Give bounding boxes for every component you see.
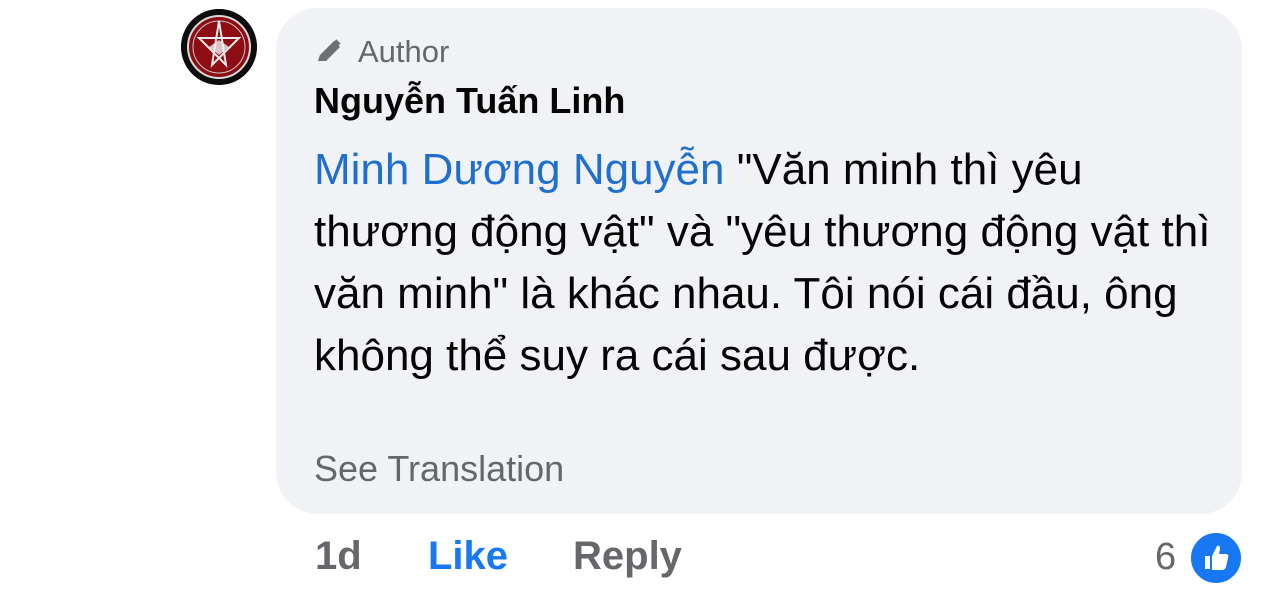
author-badge: Author — [312, 34, 449, 70]
comment-bubble: Author Nguyễn Tuấn Linh Minh Dương Nguyễ… — [276, 8, 1242, 514]
like-button[interactable]: Like — [428, 534, 508, 579]
see-translation-button[interactable]: See Translation — [314, 448, 564, 490]
reply-button[interactable]: Reply — [573, 534, 682, 579]
pencil-icon — [318, 39, 341, 61]
like-icon[interactable] — [1189, 531, 1243, 585]
pentagram-icon — [181, 9, 257, 85]
author-badge-label: Author — [358, 34, 450, 69]
avatar[interactable] — [181, 9, 257, 85]
mention-link[interactable]: Minh Dương Nguyễn — [314, 145, 725, 194]
comment-author-name[interactable]: Nguyễn Tuấn Linh — [314, 80, 625, 122]
comment-text: Minh Dương Nguyễn "Văn minh thì yêu thươ… — [314, 139, 1214, 387]
reaction-count[interactable]: 6 — [1155, 536, 1176, 579]
timestamp[interactable]: 1d — [315, 534, 362, 579]
